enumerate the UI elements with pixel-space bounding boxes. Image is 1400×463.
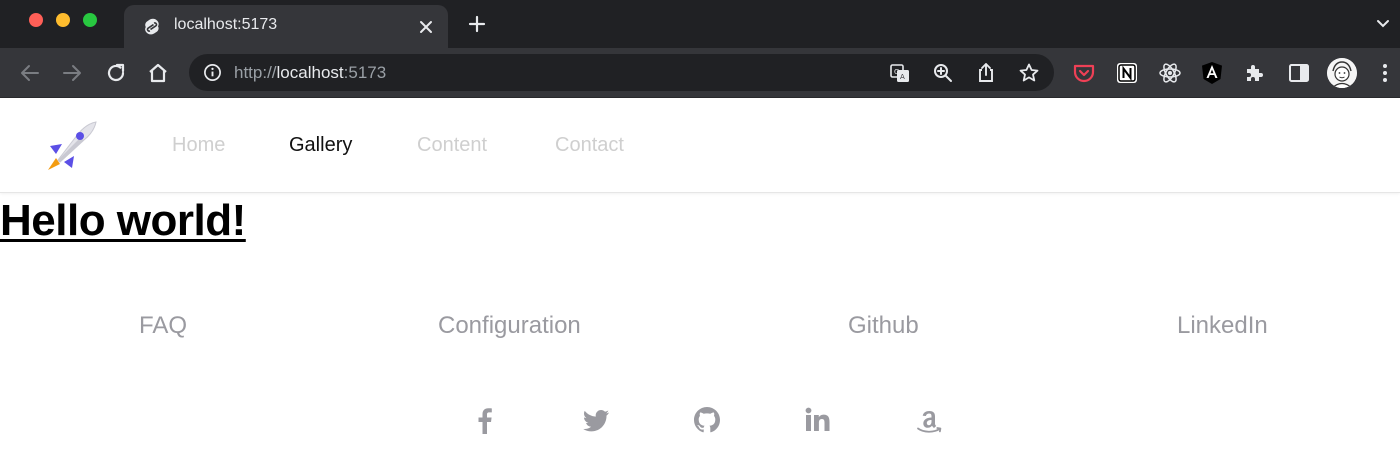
- site-info-icon[interactable]: [203, 63, 222, 82]
- site-header: Home Gallery Content Contact: [0, 98, 1400, 193]
- avatar-face-icon: [1327, 58, 1357, 88]
- web-page: Home Gallery Content Contact Hello world…: [0, 98, 1400, 463]
- footer-link-github[interactable]: Github: [848, 312, 919, 340]
- footer-link-configuration[interactable]: Configuration: [438, 312, 581, 340]
- angular-icon[interactable]: [1200, 61, 1224, 85]
- nav-home[interactable]: Home: [172, 134, 225, 157]
- share-icon[interactable]: [975, 62, 997, 84]
- footer-link-faq[interactable]: FAQ: [139, 312, 187, 340]
- extensions-puzzle-icon[interactable]: [1243, 61, 1267, 85]
- react-devtools-icon[interactable]: [1158, 61, 1182, 85]
- rocket-icon[interactable]: [44, 120, 98, 172]
- browser-titlebar: localhost:5173: [0, 0, 1400, 48]
- zoom-icon[interactable]: [932, 62, 954, 84]
- nav-gallery[interactable]: Gallery: [289, 134, 352, 157]
- reload-icon[interactable]: [104, 61, 128, 85]
- forward-arrow-icon[interactable]: [60, 61, 84, 85]
- chevron-down-icon[interactable]: [1374, 15, 1392, 33]
- close-tab-icon[interactable]: [416, 17, 436, 37]
- kebab-menu-icon[interactable]: [1373, 61, 1397, 85]
- notion-icon[interactable]: [1115, 61, 1139, 85]
- svg-text:G: G: [894, 68, 899, 76]
- back-arrow-icon[interactable]: [18, 61, 42, 85]
- maximize-window-button[interactable]: [83, 13, 97, 27]
- browser-tab[interactable]: localhost:5173: [124, 5, 448, 48]
- side-panel-icon[interactable]: [1287, 61, 1311, 85]
- pocket-icon[interactable]: [1072, 61, 1096, 85]
- twitter-icon[interactable]: [580, 404, 612, 436]
- facebook-icon[interactable]: [469, 404, 501, 436]
- linkedin-icon[interactable]: [802, 404, 834, 436]
- nav-contact[interactable]: Contact: [555, 134, 624, 157]
- url-text[interactable]: http://localhost:5173: [234, 63, 386, 83]
- footer-link-linkedin[interactable]: LinkedIn: [1177, 312, 1268, 340]
- nav-content[interactable]: Content: [417, 134, 487, 157]
- address-bar[interactable]: http://localhost:5173 G A: [189, 54, 1054, 91]
- svg-text:A: A: [900, 73, 905, 81]
- amazon-icon[interactable]: [913, 404, 945, 436]
- profile-avatar[interactable]: [1327, 58, 1357, 88]
- translate-icon[interactable]: G A: [889, 62, 911, 84]
- page-heading: Hello world!: [0, 196, 246, 245]
- browser-toolbar: http://localhost:5173 G A: [0, 48, 1400, 98]
- svelte-icon: [145, 18, 159, 35]
- close-window-button[interactable]: [29, 13, 43, 27]
- home-icon[interactable]: [146, 61, 170, 85]
- bookmark-star-icon[interactable]: [1018, 62, 1040, 84]
- github-icon[interactable]: [691, 404, 723, 436]
- minimize-window-button[interactable]: [56, 13, 70, 27]
- tab-title: localhost:5173: [174, 16, 278, 33]
- new-tab-icon[interactable]: [467, 14, 487, 34]
